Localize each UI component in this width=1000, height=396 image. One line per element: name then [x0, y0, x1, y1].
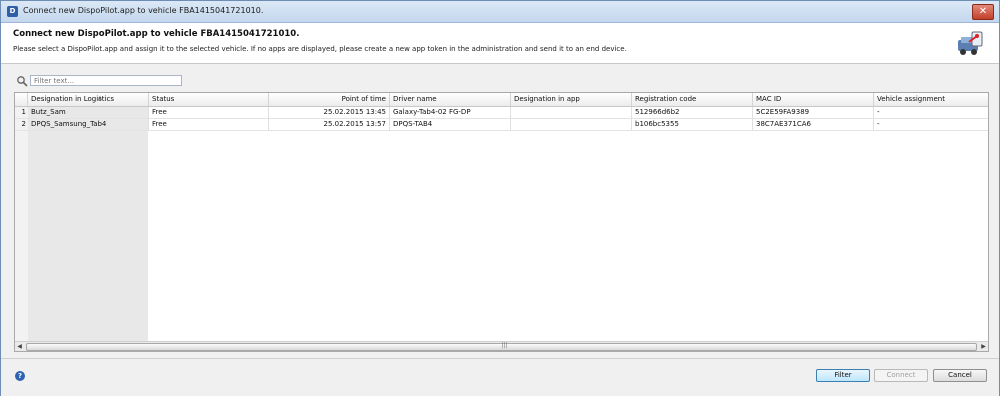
header-mac-id[interactable]: MAC ID: [753, 93, 874, 106]
designation-column-bg: [28, 107, 148, 341]
cell-designation-logistics: Butz_Sam: [28, 107, 149, 118]
cell-mac-id: 38C7AE371CA6: [753, 119, 874, 130]
dialog-footer: ? Filter Connect Cancel: [1, 358, 999, 396]
scrollbar-thumb[interactable]: |||: [26, 342, 977, 351]
header-registration-code[interactable]: Registration code: [632, 93, 753, 106]
cell-point-of-time: 25.02.2015 13:45: [269, 107, 390, 118]
cell-registration-code: b106bc5355: [632, 119, 753, 130]
dialog-title: Connect new DispoPilot.app to vehicle FB…: [13, 29, 300, 39]
cell-mac-id: 5C2E59FA9389: [753, 107, 874, 118]
header-driver-name[interactable]: Driver name: [390, 93, 511, 106]
cancel-button[interactable]: Cancel: [933, 369, 987, 382]
header-row-number: [15, 93, 28, 106]
cell-status: Free: [149, 119, 269, 130]
dialog-description: Please select a DispoPilot.app and assig…: [13, 45, 627, 53]
cell-point-of-time: 25.02.2015 13:57: [269, 119, 390, 130]
close-button[interactable]: ✕: [972, 4, 994, 20]
row-number: 2: [21, 120, 26, 128]
header-designation-logistics[interactable]: Designation in Logistics ▲: [28, 93, 149, 106]
row-number-column-bg: [15, 107, 28, 341]
filter-input[interactable]: [30, 75, 182, 86]
connect-button[interactable]: Connect: [874, 369, 928, 382]
cell-vehicle-assignment: -: [877, 120, 880, 128]
row-number: 1: [21, 108, 26, 116]
dialog-header: Connect new DispoPilot.app to vehicle FB…: [1, 23, 999, 64]
cell-driver-name: Galaxy-Tab4-02 FG-DP: [390, 107, 511, 118]
header-designation-app[interactable]: Designation in app: [511, 93, 632, 106]
header-status[interactable]: Status: [149, 93, 269, 106]
sort-ascending-icon: ▲: [98, 95, 102, 101]
search-icon: [17, 76, 28, 87]
cell-status: Free: [149, 107, 269, 118]
cell-designation-app: [511, 119, 632, 130]
help-icon[interactable]: ?: [15, 371, 25, 381]
cell-designation-app: [511, 107, 632, 118]
cell-registration-code: 512966d6b2: [632, 107, 753, 118]
app-icon: D: [7, 6, 18, 17]
table-header: Designation in Logistics ▲ Status Point …: [15, 93, 988, 107]
filter-bar: [16, 75, 182, 87]
apps-table: Designation in Logistics ▲ Status Point …: [14, 92, 989, 352]
filter-button[interactable]: Filter: [816, 369, 870, 382]
table-row[interactable]: 1 Butz_Sam Free 25.02.2015 13:45 Galaxy-…: [15, 107, 988, 119]
cell-vehicle-assignment: -: [877, 108, 880, 116]
header-point-of-time[interactable]: Point of time: [269, 93, 390, 106]
window-title: Connect new DispoPilot.app to vehicle FB…: [23, 6, 264, 15]
scroll-right-icon[interactable]: ▶: [979, 342, 988, 351]
table-row[interactable]: 2 DPQS_Samsung_Tab4 Free 25.02.2015 13:5…: [15, 119, 988, 131]
horizontal-scrollbar[interactable]: ◀ ||| ▶: [15, 341, 988, 351]
title-bar[interactable]: D Connect new DispoPilot.app to vehicle …: [1, 1, 999, 23]
vehicle-connect-icon: [958, 31, 983, 55]
scroll-left-icon[interactable]: ◀: [15, 342, 24, 351]
cell-driver-name: DPQS-TAB4: [390, 119, 511, 130]
dialog-window: D Connect new DispoPilot.app to vehicle …: [0, 0, 1000, 396]
grip-icon: |||: [501, 342, 508, 349]
header-vehicle-assignment[interactable]: Vehicle assignment: [874, 93, 988, 106]
cell-designation-logistics: DPQS_Samsung_Tab4: [28, 119, 149, 130]
dialog-body: Designation in Logistics ▲ Status Point …: [1, 64, 999, 357]
